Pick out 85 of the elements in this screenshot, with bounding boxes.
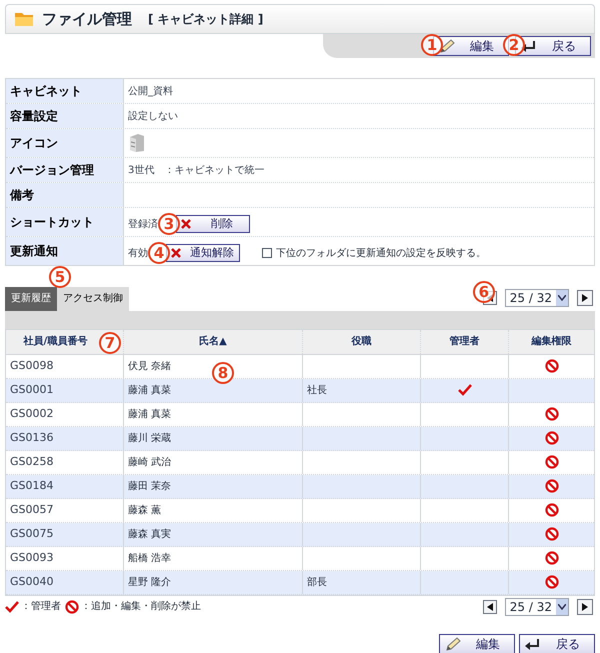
employee-name: 藤崎 武治 (128, 456, 172, 470)
legend-text: ：管理者 (21, 600, 61, 614)
job-title: 部長 (307, 576, 327, 590)
employee-id: GS0002 (10, 406, 54, 422)
employee-name: 藤浦 真菜 (128, 408, 172, 422)
column-header[interactable]: 編集権限 (532, 334, 572, 349)
previous-page-button[interactable] (482, 600, 497, 614)
check-icon (5, 600, 19, 612)
status-text: 有効 (128, 246, 148, 260)
prohibited-icon (544, 455, 558, 469)
field-label: ショートカット (10, 214, 94, 231)
field-label: 更新通知 (10, 243, 58, 260)
field-label: バージョン管理 (10, 162, 94, 179)
employee-id: GS0001 (10, 382, 54, 398)
employee-name: 藤浦 真菜 (128, 384, 172, 398)
checkbox[interactable] (262, 248, 272, 258)
back-button[interactable]: 戻る (519, 634, 595, 653)
employee-name: 星野 隆介 (128, 576, 172, 590)
prohibited-icon (544, 431, 558, 445)
employee-name: 伏見 奈緒 (128, 360, 172, 374)
dropdown-caret-icon (558, 604, 566, 610)
prohibited-icon (544, 359, 558, 373)
employee-name: 藤川 栄蔵 (128, 432, 172, 446)
employee-id: GS0075 (10, 526, 54, 542)
prohibited-icon (544, 479, 558, 493)
folder-icon (14, 11, 34, 27)
employee-id: GS0098 (10, 358, 54, 374)
callout-number: 4 (148, 242, 170, 264)
prohibited-icon (65, 600, 79, 614)
employee-id: GS0258 (10, 454, 54, 470)
column-header[interactable]: 社員/職員番号 (24, 334, 88, 349)
employee-name: 藤田 茉奈 (128, 480, 172, 494)
callout-number: 5 (49, 266, 71, 288)
right-triangle-icon (582, 602, 588, 610)
employee-id: GS0184 (10, 478, 54, 494)
prohibited-icon (544, 503, 558, 517)
callout-number: 1 (421, 34, 443, 56)
return-arrow-icon (524, 636, 542, 650)
field-label: 備考 (10, 187, 34, 204)
field-label: アイコン (10, 135, 58, 152)
callout-number: 3 (158, 213, 180, 235)
page-select[interactable]: 25 / 32 (504, 598, 569, 616)
file-cabinet-icon (128, 133, 146, 153)
employee-id: GS0040 (10, 574, 54, 590)
next-page-button[interactable] (577, 598, 593, 614)
page-subtitle: [ キャビネット詳細 ] (148, 11, 264, 28)
prohibited-icon (544, 551, 558, 565)
remove-button[interactable]: 削除 (176, 215, 250, 233)
employee-name: 藤森 薫 (128, 504, 162, 518)
field-value: 公開_資料 (128, 84, 173, 98)
checkbox-label: 下位のフォルダに更新通知の設定を反映する。 (276, 246, 486, 260)
remove-button[interactable]: 通知解除 (166, 244, 240, 262)
column-header[interactable]: 役職 (352, 334, 372, 349)
x-icon (181, 219, 191, 229)
callout-number: 7 (99, 332, 121, 354)
dropdown-caret-icon (558, 294, 566, 300)
field-label: 容量設定 (10, 108, 58, 125)
job-title: 社長 (307, 384, 327, 398)
employee-id: GS0093 (10, 550, 54, 566)
left-triangle-icon (486, 602, 493, 610)
status-text: 登録済 (128, 218, 158, 232)
employee-id: GS0136 (10, 430, 54, 446)
field-label: キャビネット (10, 83, 82, 100)
employee-name: 船橋 浩幸 (128, 552, 172, 566)
pencil-icon (444, 636, 462, 652)
prohibited-icon (544, 575, 558, 589)
column-header[interactable]: 氏名▲ (199, 334, 227, 349)
tab[interactable]: アクセス制御 (57, 286, 129, 310)
legend-text: ：追加・編集・削除が禁止 (81, 600, 201, 614)
check-icon (458, 384, 472, 396)
x-icon (171, 248, 181, 258)
employee-name: 藤森 真実 (128, 528, 172, 542)
page-title: ファイル管理 (42, 8, 132, 30)
column-header[interactable]: 管理者 (450, 334, 480, 349)
callout-number: 6 (472, 280, 495, 302)
tab[interactable]: 更新履歴 (5, 286, 57, 310)
prohibited-icon (544, 407, 558, 421)
employee-id: GS0057 (10, 502, 54, 518)
right-triangle-icon (582, 294, 588, 302)
field-value: 3世代 ：キャビネットで統一 (128, 164, 264, 178)
next-page-button[interactable] (577, 290, 593, 306)
prohibited-icon (544, 527, 558, 541)
edit-button[interactable]: 編集 (439, 634, 515, 653)
field-value: 設定しない (128, 110, 178, 124)
page-select[interactable]: 25 / 32 (504, 288, 569, 306)
